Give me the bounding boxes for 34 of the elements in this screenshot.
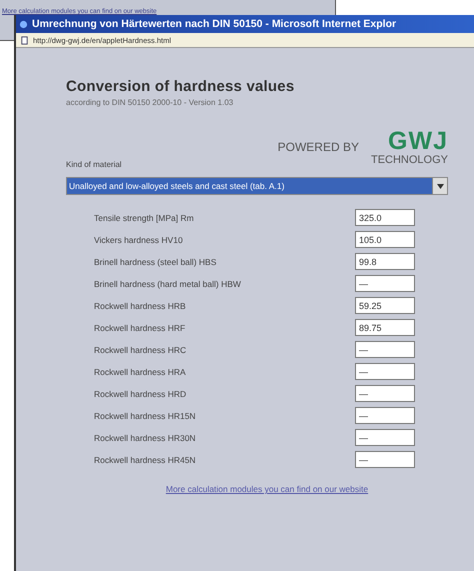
value-label: Brinell hardness (steel ball) HBS	[94, 256, 216, 266]
value-field[interactable]: —	[355, 385, 415, 402]
value-label: Rockwell hardness HRA	[94, 366, 186, 376]
value-field[interactable]: —	[355, 429, 415, 446]
page-heading: Conversion of hardness values	[66, 78, 296, 95]
window-title: Umrechnung von Härtewerten nach DIN 50150 - Microsoft Internet Explor	[32, 18, 396, 30]
modules-link[interactable]: More calculation modules you can find on our website	[166, 484, 368, 494]
powered-by-text: POWERED BY	[278, 140, 359, 154]
value-field[interactable]: 59.25	[355, 297, 415, 314]
value-field[interactable]: 89.75	[355, 319, 415, 336]
value-label: Rockwell hardness HRF	[94, 322, 186, 332]
value-label: Rockwell hardness HR30N	[94, 432, 196, 442]
logo-caption: TECHNOLOGY	[370, 154, 448, 166]
value-field[interactable]: —	[355, 407, 415, 424]
value-field[interactable]: 105.0	[355, 231, 415, 248]
value-field[interactable]: —	[355, 451, 415, 468]
value-label: Rockwell hardness HRD	[94, 388, 186, 398]
value-field[interactable]: —	[355, 341, 415, 358]
value-label: Rockwell hardness HRB	[94, 300, 186, 310]
value-label: Brinell hardness (hard metal ball) HBW	[94, 278, 241, 288]
logo-text: GWJ	[388, 129, 448, 154]
page-subheading: according to DIN 50150 2000-10 - Version 1.03	[66, 98, 234, 107]
value-label: Vickers hardness HV10	[94, 234, 183, 244]
material-label: Kind of material	[66, 160, 123, 169]
value-label: Rockwell hardness HR45N	[94, 454, 196, 464]
value-field[interactable]: 99.8	[355, 253, 415, 270]
material-dropdown[interactable]: Unalloyed and low-alloyed steels and cast steel (tab. A.1)	[66, 177, 448, 195]
value-field[interactable]: —	[355, 363, 415, 380]
value-field[interactable]: 325.0	[355, 209, 415, 226]
value-field[interactable]: —	[355, 275, 415, 292]
value-label: Rockwell hardness HRC	[94, 344, 186, 354]
dropdown-arrow-icon	[436, 184, 444, 188]
value-label: Tensile strength [MPa] Rm	[94, 212, 194, 222]
value-label: Rockwell hardness HR15N	[94, 410, 196, 420]
